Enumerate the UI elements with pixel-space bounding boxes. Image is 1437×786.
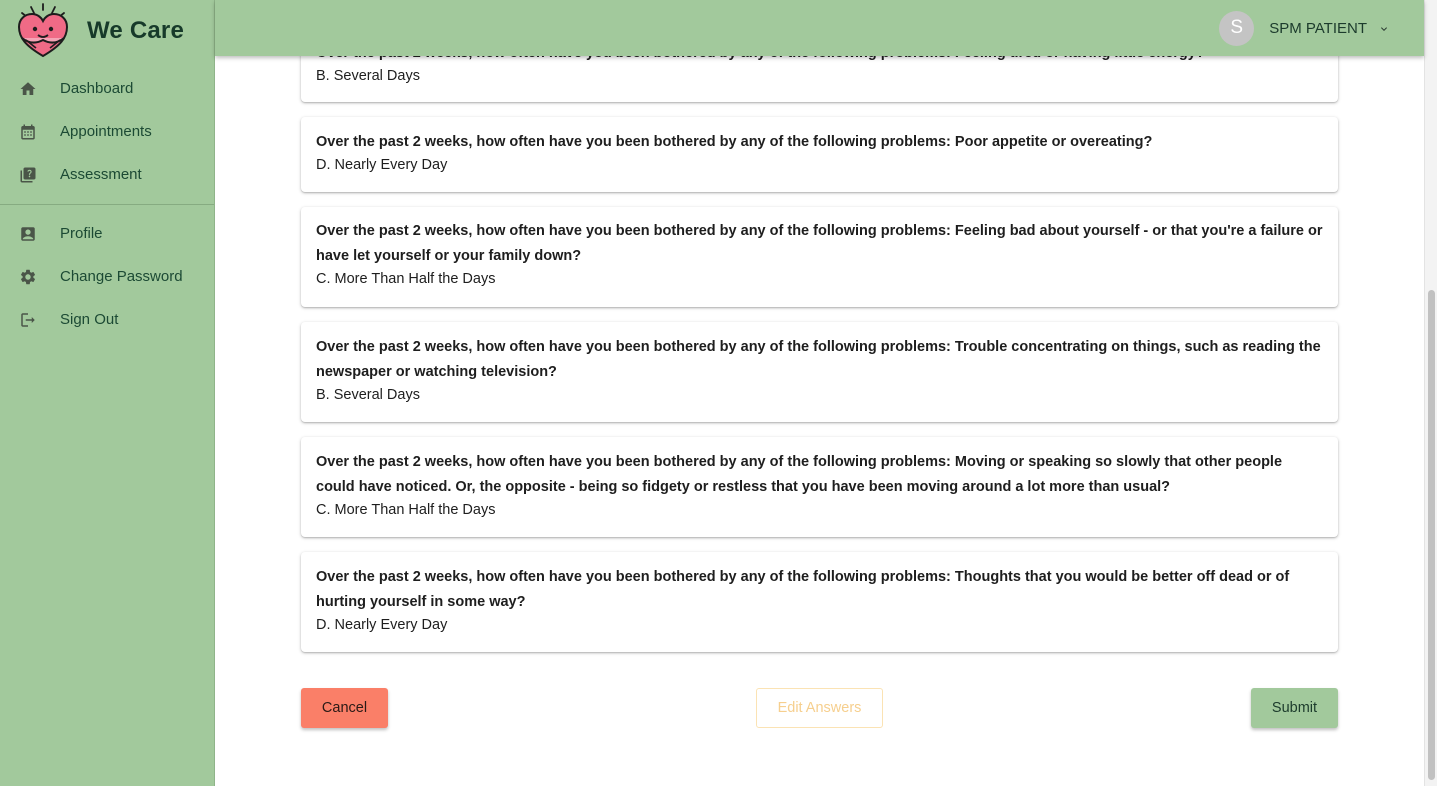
main-content: Over the past 2 weeks, how often have yo… (215, 0, 1424, 786)
answer-text: B. Several Days (316, 387, 420, 403)
answer-card: Over the past 2 weeks, how often have yo… (301, 207, 1338, 307)
answer-text: B. Several Days (316, 68, 420, 84)
username: SPM PATIENT (1269, 19, 1367, 37)
question-text: Over the past 2 weeks, how often have yo… (316, 223, 1323, 264)
edit-answers-button[interactable]: Edit Answers (756, 688, 883, 728)
calendar-icon (19, 123, 37, 141)
sidebar-item-dashboard[interactable]: Dashboard (0, 67, 214, 110)
sidebar-item-label: Dashboard (60, 80, 134, 97)
answer-card: Over the past 2 weeks, how often have yo… (301, 552, 1338, 652)
avatar[interactable]: S (1219, 10, 1255, 46)
sidebar-item-label: Assessment (60, 166, 142, 183)
answer-text: D. Nearly Every Day (316, 157, 448, 173)
sidebar-item-sign-out[interactable]: Sign Out (0, 298, 214, 341)
profile-icon (19, 225, 37, 243)
gear-icon (19, 268, 37, 286)
sidebar: We Care Dashboard Appointments Assessmen… (0, 0, 215, 786)
assessment-icon (19, 166, 37, 184)
cancel-button[interactable]: Cancel (301, 688, 388, 728)
brand[interactable]: We Care (0, 0, 214, 62)
heart-mascot-icon (17, 3, 69, 58)
answer-text: D. Nearly Every Day (316, 617, 448, 633)
sidebar-item-label: Profile (60, 225, 103, 242)
sidebar-item-label: Change Password (60, 268, 183, 285)
sidebar-item-label: Sign Out (60, 311, 119, 328)
answer-text: C. More Than Half the Days (316, 271, 496, 287)
submit-button[interactable]: Submit (1251, 688, 1338, 728)
scrollbar-thumb[interactable] (1428, 290, 1435, 780)
user-menu[interactable]: S SPM PATIENT (1219, 10, 1390, 46)
sidebar-item-label: Appointments (60, 123, 152, 140)
brand-name: We Care (87, 17, 185, 44)
sidebar-item-profile[interactable]: Profile (0, 212, 214, 255)
answer-card: Over the past 2 weeks, how often have yo… (301, 117, 1338, 192)
question-text: Over the past 2 weeks, how often have yo… (316, 569, 1290, 610)
scrollbar[interactable] (1424, 0, 1437, 786)
home-icon (19, 80, 37, 98)
nav-primary: Dashboard Appointments Assessment (0, 67, 214, 196)
question-text: Over the past 2 weeks, how often have yo… (316, 339, 1321, 380)
sidebar-divider (0, 204, 214, 205)
nav-secondary: Profile Change Password Sign Out (0, 212, 214, 341)
sidebar-item-change-password[interactable]: Change Password (0, 255, 214, 298)
answer-card: Over the past 2 weeks, how often have yo… (301, 322, 1338, 422)
sign-out-icon (19, 311, 37, 329)
question-text: Over the past 2 weeks, how often have yo… (316, 454, 1283, 495)
question-text: Over the past 2 weeks, how often have yo… (316, 134, 1153, 150)
answer-text: C. More Than Half the Days (316, 502, 496, 518)
sidebar-item-appointments[interactable]: Appointments (0, 110, 214, 153)
sidebar-item-assessment[interactable]: Assessment (0, 153, 214, 196)
top-app-bar: S SPM PATIENT (215, 0, 1424, 56)
answer-card: Over the past 2 weeks, how often have yo… (301, 437, 1338, 537)
chevron-down-icon[interactable] (1378, 22, 1390, 34)
